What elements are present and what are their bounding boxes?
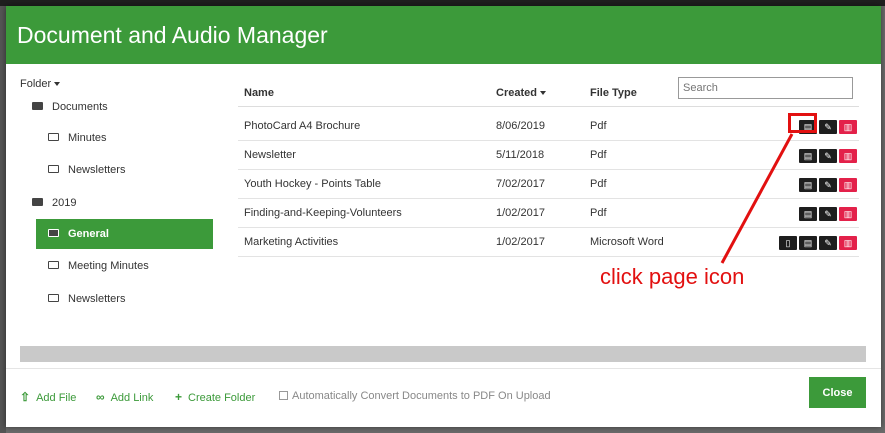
annotation-label: click page icon [600,264,745,289]
annotation-arrow [720,133,794,264]
